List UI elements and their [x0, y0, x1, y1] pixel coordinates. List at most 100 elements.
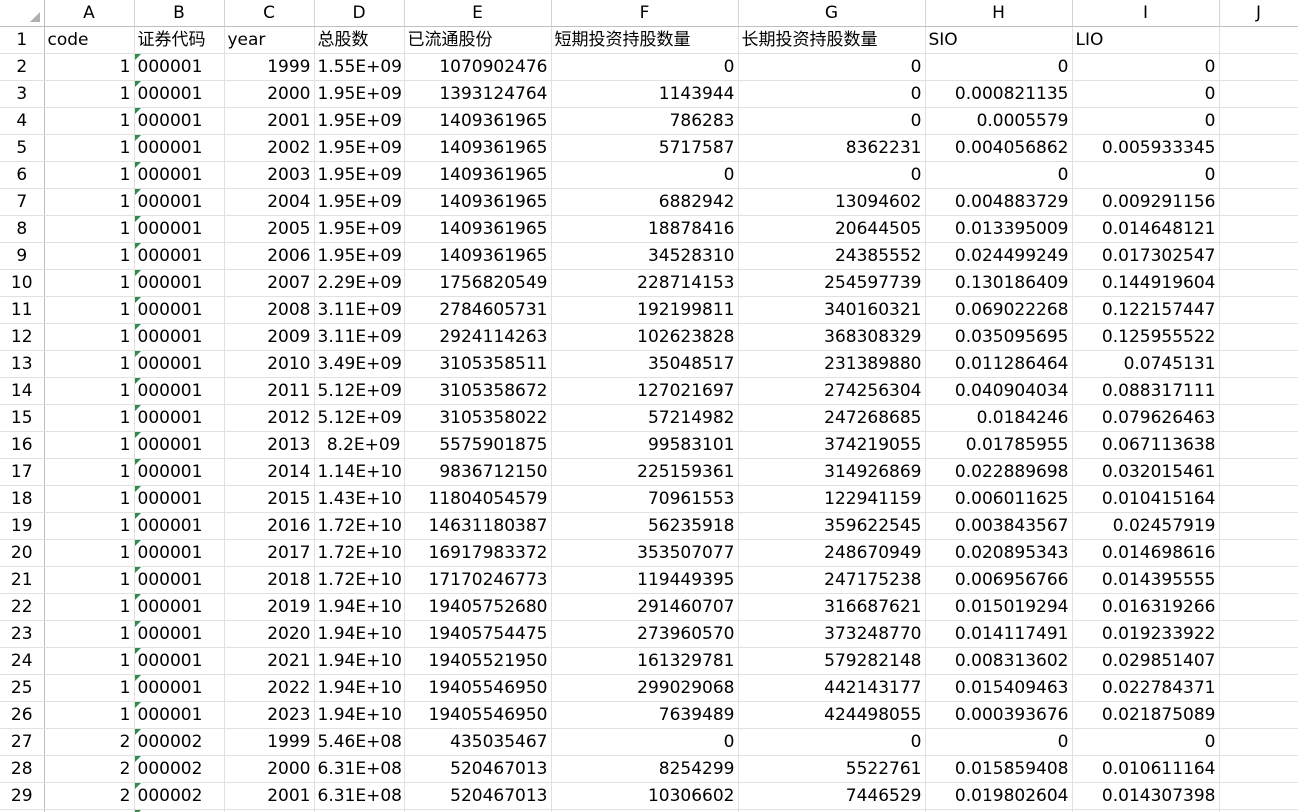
- cell[interactable]: 000001: [134, 539, 225, 567]
- cell[interactable]: 16917983372: [404, 539, 552, 567]
- cell[interactable]: [1219, 701, 1298, 729]
- cell[interactable]: 19405754475: [404, 620, 552, 648]
- cell[interactable]: 0.024499249: [925, 242, 1073, 270]
- cell[interactable]: 1999: [224, 53, 315, 81]
- cell[interactable]: 0: [1072, 161, 1220, 189]
- cell[interactable]: 2924114263: [404, 323, 552, 351]
- cell[interactable]: 0.005933345: [1072, 134, 1220, 162]
- cell[interactable]: 1409361965: [404, 188, 552, 216]
- cell[interactable]: 0.000393676: [925, 701, 1073, 729]
- cell[interactable]: 17170246773: [404, 566, 552, 594]
- cell[interactable]: 3.49E+09: [314, 350, 405, 378]
- cell[interactable]: 000001: [134, 431, 225, 459]
- row-header[interactable]: 23: [0, 620, 45, 648]
- cell[interactable]: 1756820549: [404, 269, 552, 297]
- cell[interactable]: 0.035095695: [925, 323, 1073, 351]
- cell[interactable]: 5717587: [551, 134, 739, 162]
- cell[interactable]: 1: [44, 566, 135, 594]
- cell[interactable]: 359622545: [738, 512, 926, 540]
- cell[interactable]: 000001: [134, 188, 225, 216]
- cell[interactable]: 2000: [224, 80, 315, 108]
- cell[interactable]: 1: [44, 215, 135, 243]
- cell[interactable]: 2011: [224, 377, 315, 405]
- cell[interactable]: 127021697: [551, 377, 739, 405]
- row-header[interactable]: 2: [0, 53, 45, 81]
- row-header[interactable]: 17: [0, 458, 45, 486]
- cell[interactable]: 1: [44, 80, 135, 108]
- cell[interactable]: 000001: [134, 242, 225, 270]
- cell[interactable]: 1: [44, 701, 135, 729]
- cell[interactable]: 2002: [224, 134, 315, 162]
- column-header-h[interactable]: H: [925, 0, 1073, 27]
- cell[interactable]: year: [224, 26, 315, 54]
- cell[interactable]: 225159361: [551, 458, 739, 486]
- cell[interactable]: [1219, 188, 1298, 216]
- cell[interactable]: 2784605731: [404, 296, 552, 324]
- cell[interactable]: 2023: [224, 701, 315, 729]
- cell[interactable]: 0.000821135: [925, 80, 1073, 108]
- cell[interactable]: 0: [738, 80, 926, 108]
- cell[interactable]: 0.010611164: [1072, 755, 1220, 783]
- row-header[interactable]: 28: [0, 755, 45, 783]
- cell[interactable]: 000001: [134, 269, 225, 297]
- cell[interactable]: 56235918: [551, 512, 739, 540]
- cell[interactable]: 24385552: [738, 242, 926, 270]
- cell[interactable]: 19405521950: [404, 647, 552, 675]
- cell[interactable]: 1.95E+09: [314, 215, 405, 243]
- cell[interactable]: 1.94E+10: [314, 674, 405, 702]
- cell[interactable]: 000001: [134, 323, 225, 351]
- cell[interactable]: [1219, 161, 1298, 189]
- cell[interactable]: 0: [551, 161, 739, 189]
- cell[interactable]: 000001: [134, 107, 225, 135]
- cell[interactable]: 1409361965: [404, 242, 552, 270]
- cell[interactable]: 1999: [224, 728, 315, 756]
- cell[interactable]: [1219, 458, 1298, 486]
- cell[interactable]: 247175238: [738, 566, 926, 594]
- cell[interactable]: 0.015019294: [925, 593, 1073, 621]
- cell[interactable]: 0: [738, 161, 926, 189]
- column-header-g[interactable]: G: [738, 0, 926, 27]
- cell[interactable]: 1.14E+10: [314, 458, 405, 486]
- cell[interactable]: 1393124764: [404, 80, 552, 108]
- cell[interactable]: 299029068: [551, 674, 739, 702]
- cell[interactable]: 1.72E+10: [314, 566, 405, 594]
- column-header-b[interactable]: B: [134, 0, 225, 27]
- cell[interactable]: [1219, 620, 1298, 648]
- cell[interactable]: 0: [1072, 80, 1220, 108]
- cell[interactable]: 2019: [224, 593, 315, 621]
- cell[interactable]: 0.015859408: [925, 755, 1073, 783]
- cell[interactable]: [1219, 269, 1298, 297]
- cell[interactable]: 0.0184246: [925, 404, 1073, 432]
- cell[interactable]: 0.02457919: [1072, 512, 1220, 540]
- cell[interactable]: 1: [44, 593, 135, 621]
- row-header[interactable]: 25: [0, 674, 45, 702]
- cell[interactable]: 0.009291156: [1072, 188, 1220, 216]
- cell[interactable]: 0.014698616: [1072, 539, 1220, 567]
- cell[interactable]: 248670949: [738, 539, 926, 567]
- row-header[interactable]: 20: [0, 539, 45, 567]
- cell[interactable]: 2000: [224, 755, 315, 783]
- cell[interactable]: 2: [44, 728, 135, 756]
- cell[interactable]: 0.040904034: [925, 377, 1073, 405]
- row-header[interactable]: 22: [0, 593, 45, 621]
- cell[interactable]: 2.29E+09: [314, 269, 405, 297]
- cell[interactable]: 000001: [134, 620, 225, 648]
- cell[interactable]: 34528310: [551, 242, 739, 270]
- cell[interactable]: 0.022784371: [1072, 674, 1220, 702]
- cell[interactable]: 000001: [134, 377, 225, 405]
- cell[interactable]: [1219, 566, 1298, 594]
- cell[interactable]: 000001: [134, 647, 225, 675]
- cell[interactable]: 19405546950: [404, 701, 552, 729]
- cell[interactable]: 0.019802604: [925, 782, 1073, 810]
- cell[interactable]: 000001: [134, 134, 225, 162]
- cell[interactable]: 1.95E+09: [314, 80, 405, 108]
- cell[interactable]: 000001: [134, 53, 225, 81]
- cell[interactable]: 13094602: [738, 188, 926, 216]
- row-header[interactable]: 18: [0, 485, 45, 513]
- cell[interactable]: 1: [44, 539, 135, 567]
- cell[interactable]: 1: [44, 404, 135, 432]
- cell[interactable]: 2001: [224, 782, 315, 810]
- cell[interactable]: 000001: [134, 350, 225, 378]
- cell[interactable]: 0.014648121: [1072, 215, 1220, 243]
- column-header-c[interactable]: C: [224, 0, 315, 27]
